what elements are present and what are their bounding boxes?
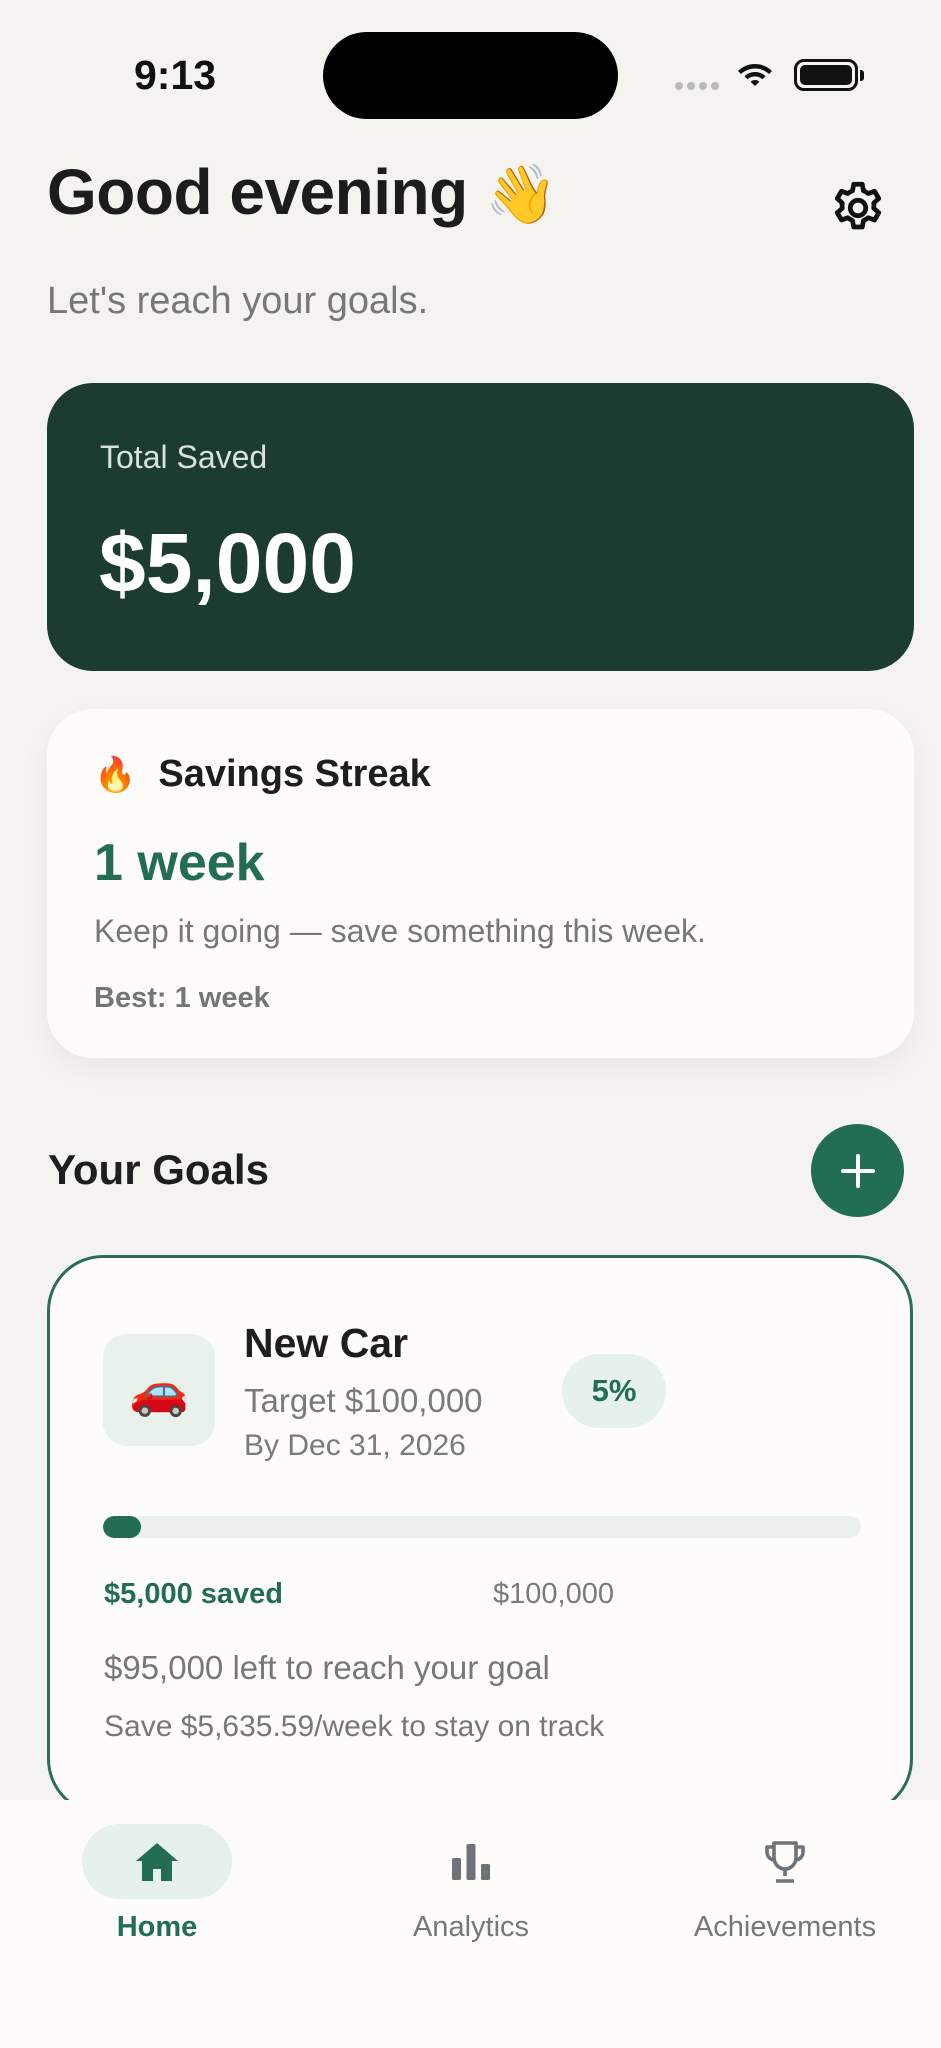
total-saved-card: Total Saved $5,000: [47, 383, 914, 671]
plus-icon: [840, 1153, 875, 1188]
car-icon: 🚗: [103, 1334, 215, 1446]
goal-remaining-text: $95,000 left to reach your goal: [104, 1649, 550, 1686]
total-saved-label: Total Saved: [100, 439, 268, 475]
add-goal-button[interactable]: [811, 1124, 904, 1217]
goal-target: Target $100,000: [244, 1382, 483, 1419]
goals-section-title: Your Goals: [48, 1146, 269, 1193]
streak-best: Best: 1 week: [94, 982, 270, 1014]
goal-saved-amount: $5,000 saved: [104, 1578, 283, 1610]
battery-icon: [794, 59, 864, 91]
cellular-signal-icon: [675, 82, 719, 90]
tab-achievements-label: Achievements: [693, 1911, 877, 1943]
goal-target-amount: $100,000: [493, 1578, 614, 1610]
status-time: 9:13: [134, 52, 217, 98]
greeting-title: Good evening 👋: [47, 155, 557, 229]
home-icon: [82, 1824, 232, 1899]
goal-progress-bar: [103, 1516, 861, 1538]
fire-icon: 🔥: [94, 755, 137, 794]
waving-hand-icon: 👋: [484, 162, 557, 227]
goal-pace-text: Save $5,635.59/week to stay on track: [104, 1710, 605, 1743]
streak-value: 1 week: [94, 834, 265, 892]
goal-progress-fill: [103, 1516, 141, 1538]
greeting-text: Good evening: [47, 156, 468, 228]
tab-achievements[interactable]: Achievements: [655, 1800, 915, 1950]
tab-analytics[interactable]: Analytics: [341, 1800, 601, 1950]
goal-name: New Car: [244, 1320, 409, 1366]
savings-streak-card: 🔥 Savings Streak 1 week Keep it going — …: [47, 709, 914, 1058]
goal-percent-badge: 5%: [562, 1354, 666, 1428]
streak-message: Keep it going — save something this week…: [94, 913, 706, 949]
bottom-tab-bar: Home Analytics Achievements: [0, 1800, 941, 2048]
trophy-icon: [710, 1824, 860, 1899]
goal-card[interactable]: 🚗 New Car Target $100,000 By Dec 31, 202…: [47, 1255, 913, 1815]
tab-home-label: Home: [116, 1911, 198, 1943]
greeting-subtitle: Let's reach your goals.: [47, 280, 429, 322]
bar-chart-icon: [396, 1824, 546, 1899]
gear-icon[interactable]: [828, 178, 888, 238]
tab-home[interactable]: Home: [27, 1800, 287, 1950]
streak-title: Savings Streak: [158, 753, 431, 795]
streak-header: 🔥 Savings Streak: [94, 753, 431, 796]
status-bar: 9:13: [0, 0, 941, 140]
total-saved-value: $5,000: [99, 516, 356, 610]
dynamic-island: [323, 32, 618, 119]
wifi-icon: [738, 64, 772, 86]
tab-analytics-label: Analytics: [412, 1911, 530, 1943]
goal-deadline: By Dec 31, 2026: [244, 1429, 466, 1462]
